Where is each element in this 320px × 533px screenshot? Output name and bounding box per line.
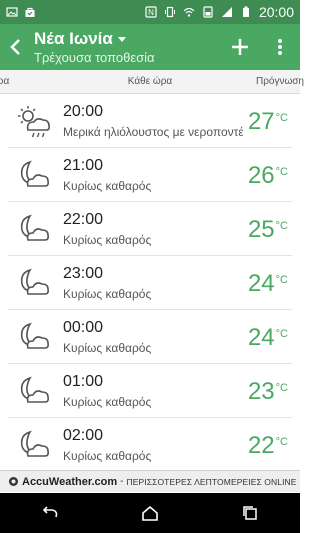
footer-separator: -	[120, 476, 124, 487]
list-item[interactable]: 01:00 Κυρίως καθαρός 23°C	[8, 364, 292, 418]
hour-condition: Κυρίως καθαρός	[63, 395, 152, 409]
hour-condition: Κυρίως καθαρός	[63, 341, 152, 355]
hour-temperature: 26°C	[247, 162, 288, 189]
battery-saver-icon	[203, 6, 213, 18]
svg-text:N: N	[148, 8, 154, 17]
footer-tagline: ΠΕΡΙΣΣΟΤΕΡΕΣ ΛΕΠΤΟΜΕΡΕΙΕΣ ONLINE	[126, 476, 297, 487]
hour-temperature: 25°C	[247, 216, 288, 243]
hour-time: 00:00	[63, 319, 104, 336]
bag-icon	[25, 7, 35, 17]
image-icon	[6, 7, 18, 17]
dropdown-arrow-icon	[117, 37, 126, 42]
wifi-icon	[183, 7, 195, 17]
nav-home-button[interactable]	[130, 493, 170, 533]
list-item[interactable]: 00:00 Κυρίως καθαρός 24°C	[8, 310, 292, 364]
hour-temperature: 22°C	[247, 432, 288, 459]
hourly-list[interactable]: 20:00 Μερικά ηλιόλουστος με νεροποντές 2…	[0, 94, 300, 464]
signal-icon	[221, 7, 232, 17]
hour-time: 22:00	[63, 211, 104, 228]
moon-cloud-icon	[20, 268, 49, 295]
tab-forecast[interactable]: Πρόγνωση	[256, 76, 304, 87]
list-item[interactable]: 02:00 Κυρίως καθαρός 22°C	[8, 418, 292, 464]
moon-cloud-icon	[20, 430, 49, 457]
add-location-button[interactable]	[220, 24, 260, 70]
accuweather-footer[interactable]: AccuWeather.com - ΠΕΡΙΣΣΟΤΕΡΕΣ ΛΕΠΤΟΜΕΡΕ…	[0, 470, 300, 492]
hour-time: 21:00	[63, 157, 104, 174]
home-icon	[142, 505, 158, 521]
hour-condition: Κυρίως καθαρός	[63, 287, 152, 301]
more-vert-icon	[278, 39, 282, 55]
moon-cloud-icon	[20, 376, 49, 403]
hour-condition: Κυρίως καθαρός	[63, 233, 152, 247]
hour-temperature: 24°C	[247, 324, 288, 351]
accuweather-brand: AccuWeather.com	[8, 476, 117, 488]
back-button[interactable]	[0, 24, 32, 70]
app-bar: Νέα Ιωνία Τρέχουσα τοποθεσία	[0, 24, 300, 70]
nfc-icon: N	[145, 6, 157, 18]
recents-icon	[243, 506, 257, 520]
hour-temperature: 24°C	[247, 270, 288, 297]
list-item[interactable]: 23:00 Κυρίως καθαρός 24°C	[8, 256, 292, 310]
sun-logo-icon	[9, 477, 18, 486]
hour-temperature: 23°C	[247, 378, 288, 405]
tab-strip: ώρα Κάθε ώρα Πρόγνωση	[0, 70, 304, 94]
partly-sunny-showers-icon	[18, 106, 50, 138]
hour-condition: Μερικά ηλιόλουστος με νεροποντές	[63, 125, 243, 139]
location-subtitle: Τρέχουσα τοποθεσία	[34, 50, 155, 65]
location-selector[interactable]: Νέα Ιωνία Τρέχουσα τοποθεσία	[32, 29, 220, 65]
hour-time: 23:00	[63, 265, 104, 282]
hour-time: 01:00	[63, 373, 104, 390]
hour-condition: Κυρίως καθαρός	[63, 179, 152, 193]
vibrate-icon	[164, 6, 175, 18]
hour-time: 20:00	[63, 103, 104, 120]
moon-cloud-icon	[20, 214, 49, 241]
nav-recents-button[interactable]	[230, 493, 270, 533]
moon-cloud-icon	[20, 322, 49, 349]
hour-condition: Κυρίως καθαρός	[63, 449, 152, 463]
status-time: 20:00	[258, 4, 294, 20]
moon-cloud-icon	[20, 160, 49, 187]
list-item[interactable]: 20:00 Μερικά ηλιόλουστος με νεροποντές 2…	[8, 94, 292, 148]
battery-icon	[242, 6, 249, 17]
more-options-button[interactable]	[260, 24, 300, 70]
back-nav-icon	[42, 506, 58, 518]
plus-icon	[232, 39, 248, 55]
list-item[interactable]: 22:00 Κυρίως καθαρός 25°C	[8, 202, 292, 256]
hour-temperature: 27°C	[247, 108, 288, 135]
list-item[interactable]: 21:00 Κυρίως καθαρός 26°C	[8, 148, 292, 202]
navigation-bar	[0, 493, 300, 533]
hour-time: 02:00	[63, 427, 104, 444]
status-bar: N 20:00	[0, 0, 300, 24]
location-title: Νέα Ιωνία	[34, 29, 113, 48]
nav-back-button[interactable]	[30, 493, 70, 533]
back-arrow-icon	[10, 39, 20, 55]
